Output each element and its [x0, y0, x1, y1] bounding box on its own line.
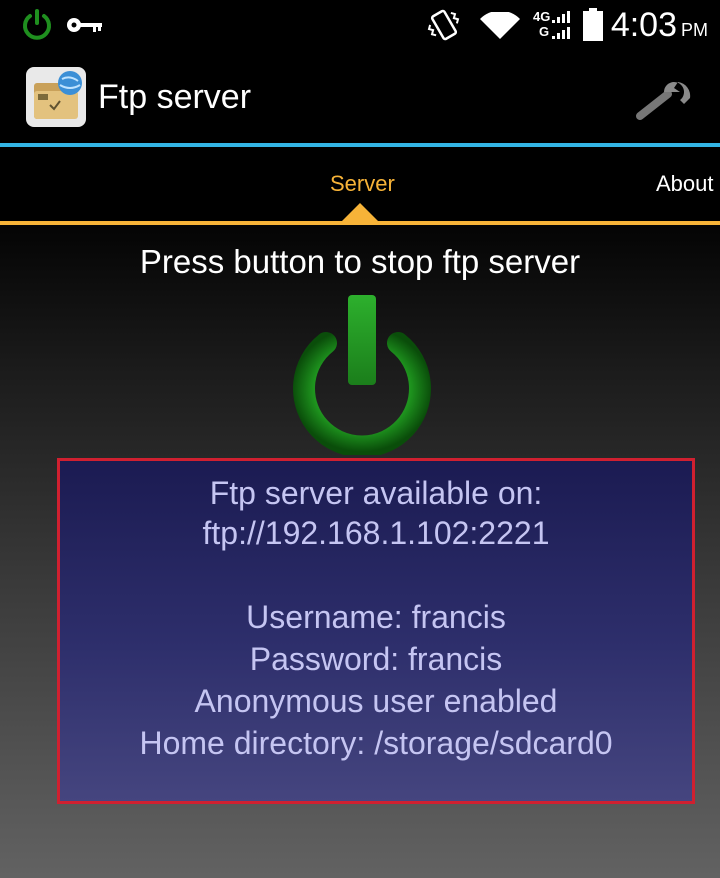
tab-bar: Server About	[0, 147, 720, 225]
tab-about[interactable]: About	[656, 171, 714, 197]
network-type-4g: 4G	[533, 9, 551, 24]
username-text: Username: francis	[246, 599, 506, 635]
anonymous-status: Anonymous user enabled	[194, 683, 558, 719]
power-button[interactable]	[284, 295, 440, 455]
server-panel: Press button to stop ftp server Ftp serv…	[0, 225, 720, 878]
vibrate-icon	[427, 9, 460, 41]
action-bar: Ftp server	[0, 50, 720, 143]
clock-ampm: PM	[681, 20, 708, 40]
server-prompt: Press button to stop ftp server	[139, 243, 581, 280]
server-url: ftp://192.168.1.102:2221	[202, 515, 550, 551]
power-icon	[293, 295, 431, 455]
key-icon	[67, 18, 102, 32]
active-tab-caret	[340, 203, 380, 223]
signal-icon	[552, 11, 570, 39]
available-label: Ftp server available on:	[209, 475, 543, 511]
network-type-g: G	[539, 24, 550, 39]
app-title: Ftp server	[98, 78, 252, 116]
wifi-icon	[480, 12, 520, 39]
server-info-box: Ftp server available on: ftp://192.168.1…	[57, 458, 695, 804]
power-icon	[23, 9, 51, 40]
ftp-folder-icon[interactable]	[26, 67, 86, 127]
password-text: Password: francis	[249, 641, 503, 677]
clock: 4:03 PM	[611, 6, 708, 45]
tab-server[interactable]: Server	[330, 171, 395, 197]
home-directory-text: Home directory: /storage/sdcard0	[139, 725, 613, 761]
battery-icon	[583, 8, 603, 41]
status-bar: 4G G 4:03 PM	[0, 0, 720, 50]
wrench-icon[interactable]	[634, 78, 692, 120]
clock-time: 4:03	[610, 6, 677, 44]
